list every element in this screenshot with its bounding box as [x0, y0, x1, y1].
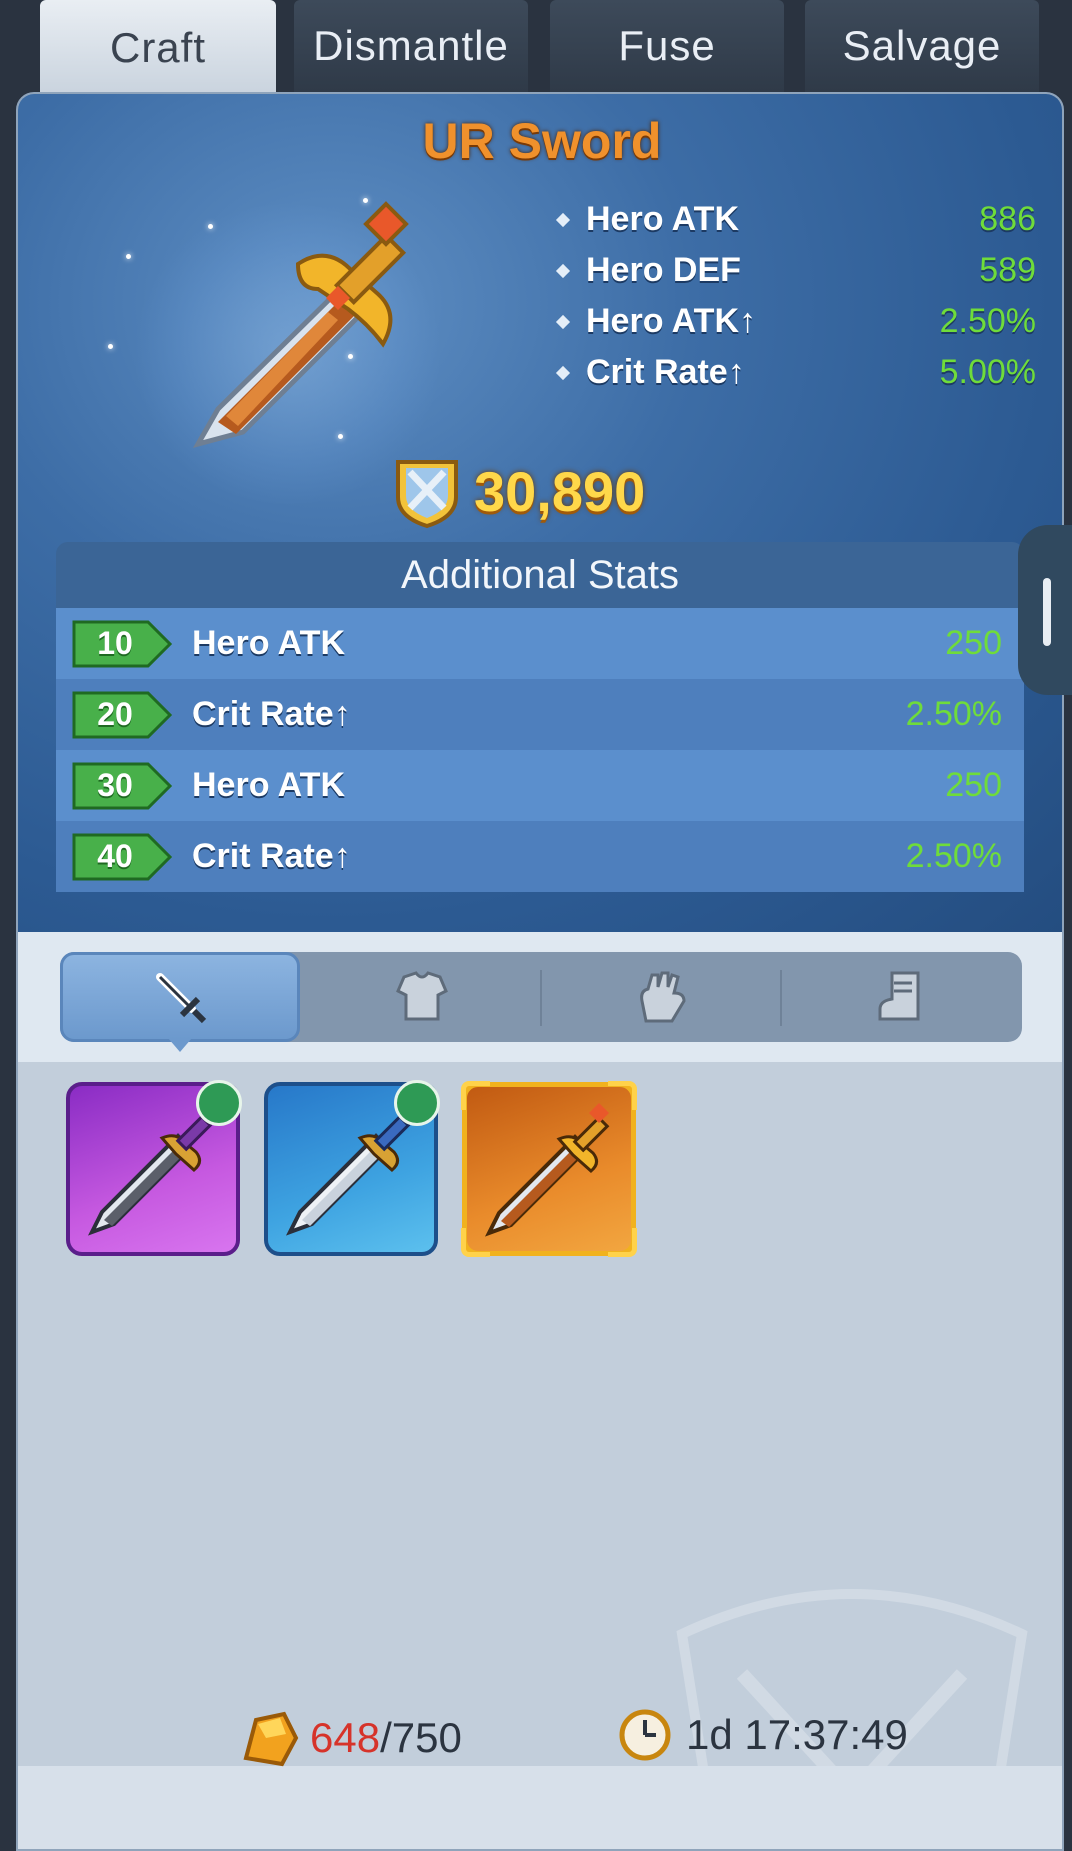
timer-value: 1d 17:37:49: [686, 1711, 908, 1758]
level-badge: 20: [72, 691, 172, 739]
bonus-label: Crit Rate↑: [192, 695, 351, 733]
selection-corner: [461, 1228, 490, 1257]
ore-icon: [243, 1711, 299, 1767]
stat-value: 2.50%: [939, 302, 1036, 340]
tab-craft-label: Craft: [109, 23, 206, 71]
tab-fuse-label: Fuse: [618, 22, 716, 69]
clock-icon: [619, 1709, 671, 1761]
stat-value: 589: [979, 251, 1036, 289]
stat-label: Hero DEF: [586, 251, 741, 289]
tab-dismantle[interactable]: Dismantle: [294, 0, 528, 92]
power-rating: 30,890: [388, 446, 645, 536]
stat-value: 886: [979, 200, 1036, 238]
equipment-slot-purple-sword[interactable]: [66, 1080, 242, 1256]
selection-corner: [608, 1081, 637, 1110]
armor-icon: [396, 971, 448, 1021]
sparkle-icon: [108, 344, 113, 349]
level-value: 40: [97, 838, 133, 874]
stat-row: Hero ATK 886: [555, 194, 1048, 245]
hammer-icon: [394, 1080, 440, 1126]
item-stats: Hero ATK 886 Hero DEF 589 Hero ATK↑ 2.50…: [555, 194, 1048, 398]
ore-max: /750: [380, 1714, 462, 1761]
sword-icon: [484, 1103, 610, 1237]
table-row: 20 Crit Rate↑ 2.50%: [56, 679, 1024, 750]
level-badge: 40: [72, 833, 172, 881]
ore-resource: 648 /750: [236, 1708, 462, 1768]
ore-current: 648: [310, 1714, 381, 1761]
additional-stats-header: Additional Stats: [56, 542, 1024, 608]
glove-icon: [640, 971, 686, 1023]
tab-salvage-label: Salvage: [842, 22, 1002, 69]
boot-icon: [878, 971, 920, 1021]
equipment-slot-orange-sword[interactable]: [461, 1081, 637, 1257]
craft-panel: UR Sword Hero ATK 886 Hero DEF 589 Hero …: [16, 92, 1064, 1851]
bonus-value: 2.50%: [905, 837, 1002, 875]
level-value: 30: [97, 767, 133, 803]
active-tab-pointer: [168, 1038, 192, 1052]
level-badge: 10: [72, 620, 172, 668]
filter-tab-boots[interactable]: [782, 952, 1022, 1042]
table-row: 40 Crit Rate↑ 2.50%: [56, 821, 1024, 892]
filter-tab-sword[interactable]: [60, 952, 300, 1042]
filter-tab-gloves[interactable]: [542, 952, 782, 1042]
bullet-icon: [555, 365, 571, 380]
tab-bar: Craft Dismantle Fuse Salvage: [0, 0, 1072, 95]
stat-row: Crit Rate↑ 5.00%: [555, 347, 1048, 398]
stat-label: Hero ATK: [586, 200, 739, 238]
bullet-icon: [555, 263, 571, 278]
tab-craft[interactable]: Craft: [40, 0, 276, 95]
bonus-value: 250: [945, 766, 1002, 804]
filter-tab-armor[interactable]: [302, 952, 542, 1042]
bonus-value: 2.50%: [905, 695, 1002, 733]
stat-row: Hero DEF 589: [555, 245, 1048, 296]
bonus-label: Hero ATK: [192, 766, 345, 804]
sparkle-icon: [126, 254, 131, 259]
tab-dismantle-label: Dismantle: [313, 22, 509, 69]
bonus-value: 250: [945, 624, 1002, 662]
table-row: 10 Hero ATK 250: [56, 608, 1024, 679]
power-value: 30,890: [474, 459, 646, 523]
level-value: 10: [97, 625, 133, 661]
drawer-grip: [1043, 578, 1051, 646]
stat-label: Hero ATK↑: [586, 302, 756, 340]
bonus-label: Crit Rate↑: [192, 837, 351, 875]
stat-row: Hero ATK↑ 2.50%: [555, 296, 1048, 347]
power-emblem-icon: [396, 460, 458, 529]
countdown-timer: 1d 17:37:49: [618, 1708, 908, 1762]
item-title: UR Sword: [422, 113, 662, 169]
additional-stats-table: Additional Stats 10 Hero ATK 250 20 Crit…: [56, 542, 1024, 892]
bonus-label: Hero ATK: [192, 624, 345, 662]
stat-value: 5.00%: [939, 353, 1036, 391]
selection-corner: [608, 1228, 637, 1257]
equipment-slot-blue-sword[interactable]: [264, 1080, 440, 1256]
stat-label: Crit Rate↑: [586, 353, 745, 391]
tab-salvage[interactable]: Salvage: [805, 0, 1039, 92]
resource-bar: [18, 1766, 1062, 1849]
item-detail-area: UR Sword Hero ATK 886 Hero DEF 589 Hero …: [18, 94, 1062, 932]
ur-sword-icon: [192, 201, 409, 448]
equipment-category-filter: [60, 952, 1022, 1042]
level-badge: 30: [72, 762, 172, 810]
sword-icon: [156, 973, 207, 1024]
table-row: 30 Hero ATK 250: [56, 750, 1024, 821]
selection-corner: [461, 1081, 490, 1110]
level-value: 20: [97, 696, 133, 732]
tab-fuse[interactable]: Fuse: [550, 0, 784, 92]
hammer-icon: [196, 1080, 242, 1126]
bullet-icon: [555, 212, 571, 227]
bullet-icon: [555, 314, 571, 329]
